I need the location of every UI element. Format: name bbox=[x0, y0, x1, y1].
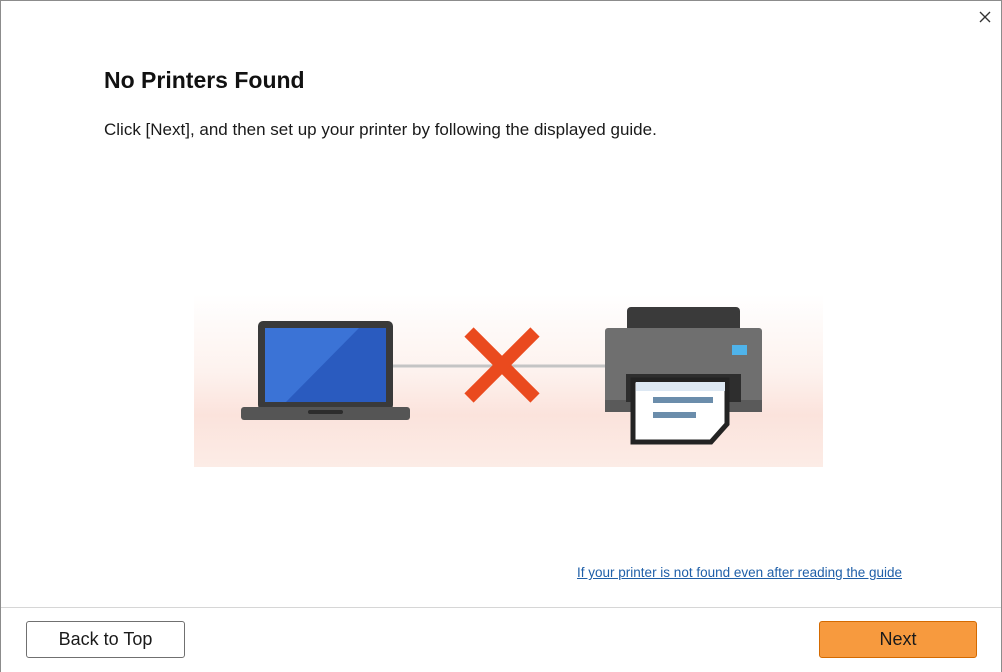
page-title: No Printers Found bbox=[104, 67, 305, 93]
dialog-window: No Printers Found Click [Next], and then… bbox=[0, 0, 1002, 672]
next-button[interactable]: Next bbox=[819, 621, 977, 658]
no-printer-illustration bbox=[194, 294, 823, 467]
back-to-top-button[interactable]: Back to Top bbox=[26, 621, 185, 658]
close-button[interactable] bbox=[975, 7, 995, 27]
instruction-text: Click [Next], and then set up your print… bbox=[104, 120, 657, 139]
dialog-footer: Back to Top Next bbox=[1, 607, 1001, 672]
printer-status-light bbox=[732, 345, 747, 355]
guide-link[interactable]: If your printer is not found even after … bbox=[577, 565, 902, 580]
laptop-icon bbox=[241, 321, 410, 420]
close-icon bbox=[979, 11, 991, 23]
